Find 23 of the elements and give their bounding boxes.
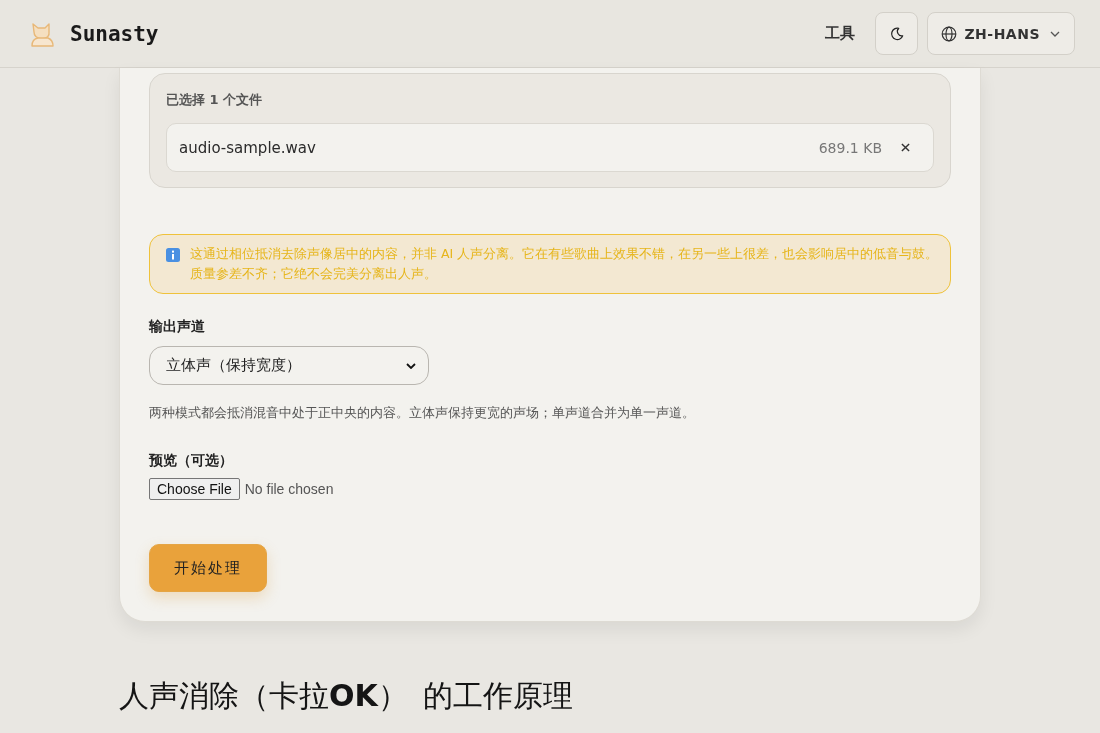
file-name: audio-sample.wav	[179, 138, 317, 157]
language-button[interactable]: ZH-HANS	[927, 12, 1075, 55]
remove-file-button[interactable]	[898, 140, 913, 155]
moon-icon	[889, 26, 904, 41]
chevron-down-icon	[1050, 30, 1060, 37]
close-icon	[901, 143, 910, 152]
file-status-text: No file chosen	[244, 481, 334, 497]
file-size: 689.1 KB	[818, 139, 882, 156]
tools-link[interactable]: 工具	[825, 24, 856, 43]
notice-text: 这通过相位抵消去除声像居中的内容，并非 AI 人声分离。它在有些歌曲上效果不错，在另一些上很差，也会影响居中的低音与鼓。质量参差不齐；它绝不会完美分离出人声。	[190, 245, 940, 283]
start-processing-button[interactable]: 开始处理	[149, 544, 267, 592]
output-channel-label: 输出声道	[149, 318, 205, 336]
section-heading: 人声消除（卡拉OK） 的工作原理	[119, 677, 573, 715]
preview-label: 预览（可选）	[149, 452, 233, 470]
chevron-down-icon	[406, 362, 416, 369]
channel-select[interactable]: 立体声（保持宽度）	[149, 346, 429, 385]
brand-name[interactable]: Sunasty	[70, 21, 159, 46]
choose-file-button[interactable]: Choose File	[149, 478, 240, 500]
theme-toggle-button[interactable]	[875, 12, 919, 55]
selected-files-title: 已选择 1 个文件	[166, 91, 264, 109]
globe-icon	[941, 25, 958, 42]
info-icon	[166, 248, 180, 262]
channel-help-text: 两种模式都会抵消混音中处于正中央的内容。立体声保持更宽的声场；单声道合并为单一声道。	[149, 405, 695, 422]
